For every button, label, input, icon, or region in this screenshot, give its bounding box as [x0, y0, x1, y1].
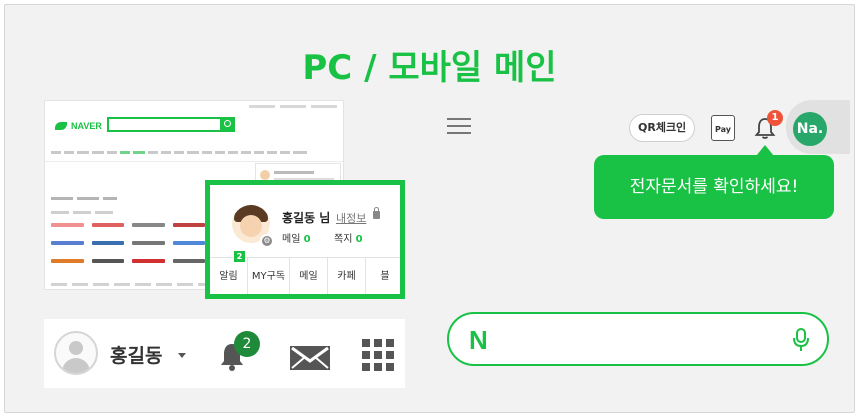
menu-icon[interactable]: [447, 118, 471, 138]
pc-search-input: [107, 117, 235, 132]
pc-footer-links: [51, 283, 214, 286]
user-name: 홍길동 님: [282, 211, 331, 225]
mini-avatar-icon: [260, 170, 270, 180]
bell-badge: 1: [767, 110, 783, 126]
pc-login-box-highlight: ⚙ 홍길동 님 내정보 메일 0 쪽지 0 알림 MY구독 메일 카페 블 2: [205, 180, 405, 299]
pc-user-name[interactable]: 홍길동: [110, 341, 162, 368]
mail-count[interactable]: 메일 0: [282, 230, 311, 245]
pc-news-header: [51, 197, 117, 200]
pc-top-links: [249, 105, 337, 108]
note-label: 쪽지: [334, 234, 353, 245]
naver-n-logo: N: [469, 325, 488, 355]
pc-service-nav: [51, 151, 339, 154]
naver-logo: NAVER: [55, 121, 102, 131]
note-count[interactable]: 쪽지 0: [334, 230, 363, 245]
tab-notifications[interactable]: 알림: [210, 258, 248, 294]
mic-icon[interactable]: [791, 327, 811, 353]
avatar-icon[interactable]: [54, 331, 98, 375]
my-info-link[interactable]: 내정보: [336, 210, 366, 226]
apps-grid-icon[interactable]: [362, 339, 394, 371]
note-count-value: 0: [355, 234, 363, 245]
gear-icon[interactable]: ⚙: [260, 234, 274, 248]
chevron-down-icon[interactable]: [178, 353, 186, 358]
pc-user-bar: 홍길동 2: [44, 319, 405, 388]
notification-tab-badge: 2: [234, 251, 245, 262]
notification-badge: 2: [234, 331, 260, 357]
mobile-search-bar[interactable]: N: [447, 312, 829, 366]
pay-icon[interactable]: Pay: [711, 115, 735, 141]
tab-blog[interactable]: 블: [366, 258, 404, 294]
search-icon: [220, 117, 235, 132]
naver-logo-text: NAVER: [71, 121, 102, 131]
tab-cafe[interactable]: 카페: [328, 258, 366, 294]
login-box-tabs: 알림 MY구독 메일 카페 블: [210, 257, 400, 294]
mail-icon[interactable]: [289, 345, 331, 371]
mail-label: 메일: [282, 234, 301, 245]
mail-count-value: 0: [303, 234, 311, 245]
tab-mail[interactable]: 메일: [290, 258, 328, 294]
qr-checkin-button[interactable]: QR체크인: [629, 114, 696, 142]
edoc-tooltip[interactable]: 전자문서를 확인하세요!: [594, 145, 834, 219]
naver-leaf-icon: [55, 122, 67, 130]
mobile-avatar[interactable]: Na.: [793, 112, 827, 146]
tab-my-subscriptions[interactable]: MY구독: [248, 258, 290, 294]
page-title: PC / 모바일 메인: [302, 48, 557, 88]
pc-news-tabs: [51, 211, 113, 214]
lock-icon: [373, 207, 380, 219]
pc-divider: [45, 161, 343, 162]
